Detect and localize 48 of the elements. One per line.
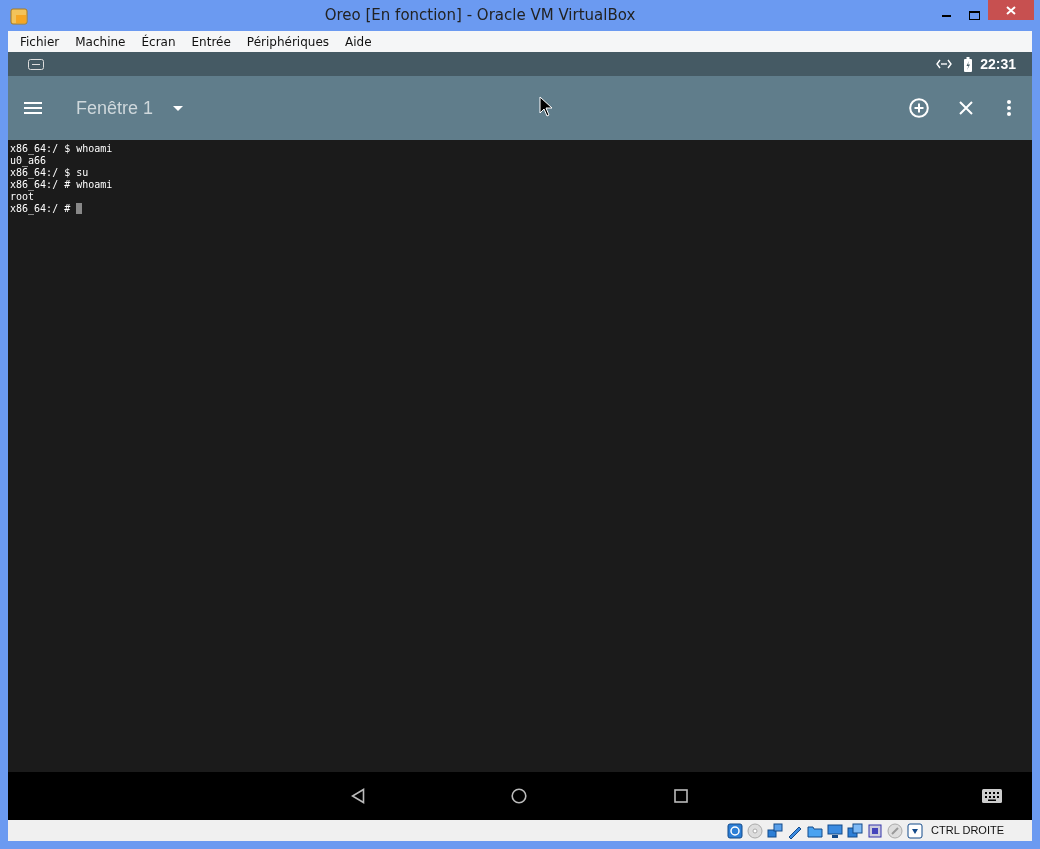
home-button[interactable] bbox=[511, 788, 527, 804]
back-icon bbox=[351, 788, 365, 804]
close-session-button[interactable] bbox=[959, 101, 973, 115]
menu-icon-button[interactable] bbox=[24, 102, 42, 114]
mouse-integration-icon bbox=[887, 822, 904, 839]
display-icon bbox=[827, 822, 844, 839]
video-capture-icon bbox=[847, 822, 864, 839]
terminal-line: u0_a66 bbox=[10, 155, 47, 167]
maximize-icon bbox=[968, 11, 980, 20]
menu-item[interactable]: Écran bbox=[133, 32, 184, 51]
minimize-icon bbox=[941, 14, 951, 17]
optical-disc-icon bbox=[747, 822, 764, 839]
menu-item[interactable]: Entrée bbox=[183, 32, 239, 51]
battery-charging-icon bbox=[964, 56, 973, 72]
cpu-icon bbox=[867, 822, 884, 839]
dropdown-caret-icon bbox=[173, 105, 184, 111]
clock-time: 22:31 bbox=[980, 54, 1016, 74]
terminal-line: root bbox=[10, 191, 35, 203]
keyboard-capture-icon bbox=[907, 822, 924, 839]
terminal-line: x86_64:/ $ su bbox=[10, 167, 89, 179]
close-button[interactable] bbox=[988, 0, 1034, 20]
keyboard-icon bbox=[982, 789, 1002, 803]
recents-button[interactable] bbox=[674, 789, 688, 803]
host-key-label: CTRL DROITE bbox=[931, 823, 1004, 839]
terminal-line: x86_64:/ $ whoami bbox=[10, 143, 113, 155]
mouse-pointer-icon bbox=[539, 95, 554, 117]
network-icon bbox=[767, 822, 784, 839]
menu-item[interactable]: Machine bbox=[67, 32, 134, 51]
back-button[interactable] bbox=[351, 788, 365, 804]
add-icon bbox=[909, 98, 929, 118]
more-options-button[interactable] bbox=[1007, 100, 1011, 116]
window-title: Oreo [En fonction] - Oracle VM VirtualBox bbox=[323, 5, 637, 27]
close-icon bbox=[1006, 5, 1016, 15]
recents-icon bbox=[674, 789, 688, 803]
menu-item[interactable]: Aide bbox=[337, 32, 380, 51]
terminal-notification-icon bbox=[28, 58, 44, 70]
menu-item[interactable]: Périphériques bbox=[238, 32, 338, 51]
app-icon bbox=[10, 6, 28, 25]
terminal-line: x86_64:/ # whoami bbox=[10, 179, 113, 191]
close-icon bbox=[959, 101, 973, 115]
add-button[interactable] bbox=[909, 98, 929, 118]
menu-item[interactable]: Fichier bbox=[12, 32, 68, 51]
keyboard-button[interactable] bbox=[982, 789, 1002, 803]
menu-icon bbox=[24, 102, 42, 114]
terminal-line: x86_64:/ # bbox=[10, 203, 72, 215]
more-options-icon bbox=[1007, 100, 1011, 116]
home-icon bbox=[511, 788, 527, 804]
data-sync-icon bbox=[936, 59, 953, 69]
